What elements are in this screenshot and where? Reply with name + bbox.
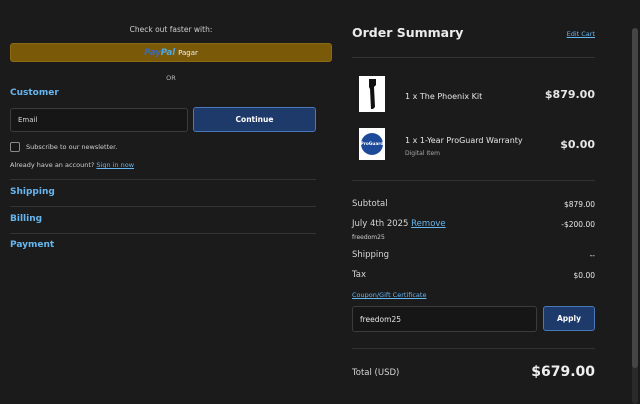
cart-item-name: 1 x 1-Year ProGuard Warranty [405,136,523,145]
remove-discount-link[interactable]: Remove [411,219,446,229]
shipping-label: Shipping [352,250,390,260]
cart-item-price: $0.00 [560,138,595,151]
express-checkout-label: Check out faster with: [129,25,213,34]
email-field[interactable] [10,108,188,132]
divider [10,206,316,207]
continue-button[interactable]: Continue [193,107,316,132]
cart-item-subtitle: Digital Item [405,150,441,157]
subtotal-label: Subtotal [352,199,388,209]
divider [352,348,595,349]
shipping-section-title[interactable]: Shipping [10,187,55,197]
cart-item-name: 1 x The Phoenix Kit [405,92,483,101]
divider [352,180,595,181]
account-prompt-text: Already have an account? [10,161,95,169]
payment-section-title[interactable]: Payment [10,240,54,250]
coupon-gift-certificate-link[interactable]: Coupon/Gift Certificate [352,291,426,299]
edit-cart-link[interactable]: Edit Cart [567,30,595,38]
apply-coupon-button[interactable]: Apply [543,306,595,331]
shipping-value: -- [589,251,595,260]
discount-value: -$200.00 [561,220,595,229]
total-value: $679.00 [531,364,595,380]
order-summary-panel: Order Summary Edit Cart 1 x The Phoenix … [352,0,596,404]
paypal-logo: PayPal [144,47,176,58]
newsletter-label: Subscribe to our newsletter. [26,143,118,151]
sign-in-prompt: Already have an account? Sign in now [10,161,134,169]
discount-label: July 4th 2025 [352,219,409,229]
paypal-button[interactable]: PayPal Pagar [10,43,332,62]
newsletter-checkbox[interactable] [10,142,20,152]
divider [10,179,316,180]
proguard-logo-icon: ProGuard [361,133,383,155]
kit-image-icon [368,79,376,109]
proguard-thumbnail: ProGuard [359,128,385,160]
subtotal-value: $879.00 [563,200,595,209]
discount-code: freedom25 [352,234,385,241]
discount-row: July 4th 2025 Remove [352,219,446,229]
or-divider-label: OR [166,74,176,82]
tax-label: Tax [352,270,367,280]
sign-in-link[interactable]: Sign in now [96,161,134,169]
billing-section-title[interactable]: Billing [10,214,42,224]
divider [352,57,595,58]
checkout-steps-panel: Check out faster with: PayPal Pagar OR C… [10,0,332,404]
newsletter-option: Subscribe to our newsletter. [10,142,117,152]
customer-section-title[interactable]: Customer [10,88,59,98]
tax-value: $0.00 [573,271,595,280]
paypal-button-label: Pagar [178,48,198,57]
divider [10,233,316,234]
phoenix-kit-thumbnail [359,76,385,112]
order-summary-title: Order Summary [352,25,464,40]
scrollbar-thumb[interactable] [632,28,638,368]
page-scrollbar[interactable] [632,28,638,404]
coupon-code-input[interactable] [352,306,537,332]
total-label: Total (USD) [352,368,400,378]
cart-item-price: $879.00 [544,88,595,101]
